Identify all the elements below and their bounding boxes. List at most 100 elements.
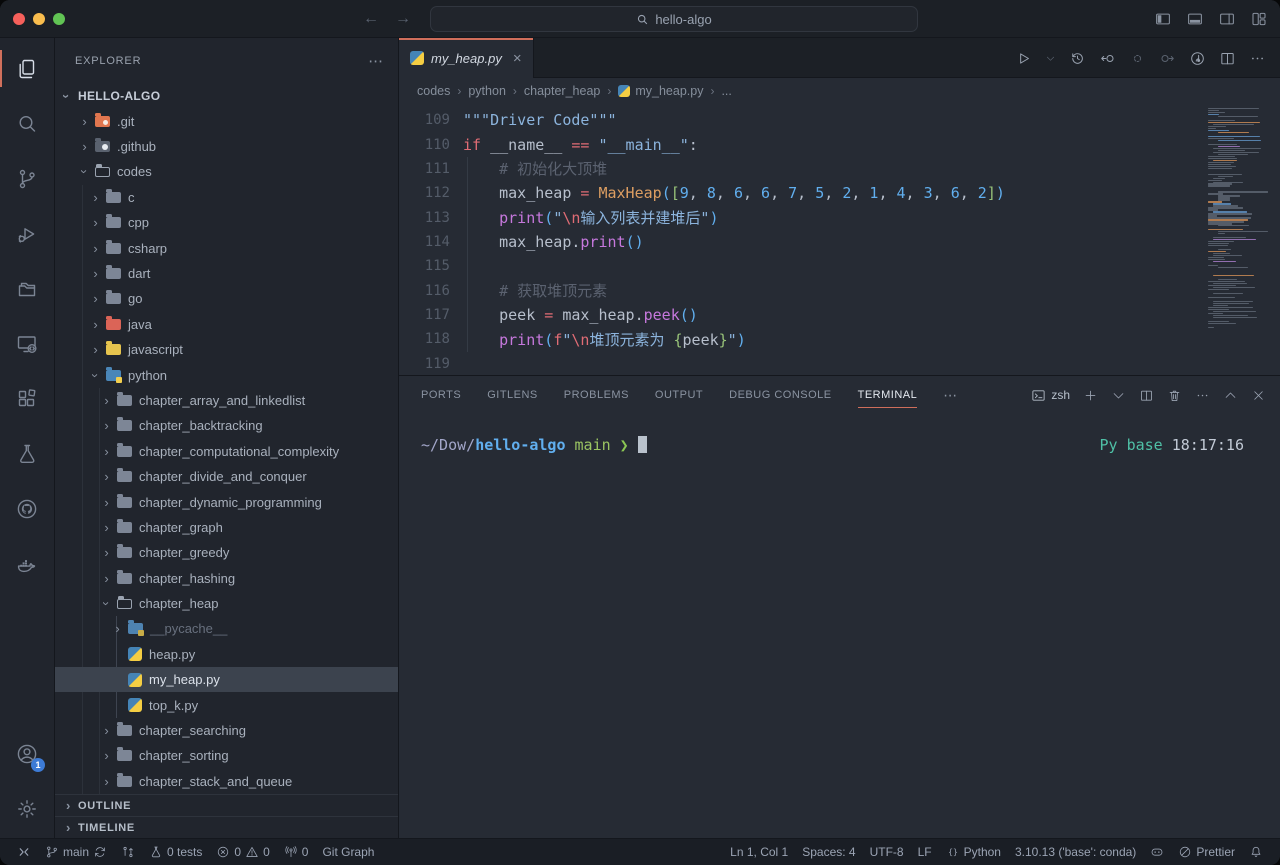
gitlens-graph-button[interactable] — [1189, 50, 1206, 67]
activity-item-run-debug[interactable] — [0, 206, 54, 261]
code-line-115[interactable]: 115 — [399, 254, 1280, 278]
status-branch[interactable]: main — [38, 845, 114, 859]
activity-item-search[interactable] — [0, 96, 54, 151]
status-cursor-position[interactable]: Ln 1, Col 1 — [723, 845, 795, 859]
previous-change-button[interactable] — [1099, 50, 1116, 67]
toggle-panel-icon[interactable] — [1186, 10, 1204, 28]
breadcrumb-item[interactable]: chapter_heap — [524, 84, 600, 98]
code-line-113[interactable]: 113 print("\n输入列表并建堆后") — [399, 205, 1280, 229]
status-remote[interactable] — [10, 845, 38, 859]
run-button[interactable] — [1015, 50, 1032, 67]
activity-item-github[interactable] — [0, 481, 54, 536]
status-language[interactable]: {}Python — [939, 845, 1008, 859]
tree-item-python[interactable]: ›python — [55, 362, 398, 387]
activity-item-docker[interactable] — [0, 536, 54, 591]
terminal-shell-item[interactable]: zsh — [1031, 388, 1070, 403]
status-git-graph[interactable]: Git Graph — [315, 845, 381, 859]
explorer-more-button[interactable]: ⋯ — [368, 52, 384, 70]
code-line-110[interactable]: 110if __name__ == "__main__": — [399, 132, 1280, 156]
activity-item-explorer[interactable] — [0, 41, 54, 96]
status-tests[interactable]: 0 tests — [142, 845, 209, 859]
activity-item-settings[interactable] — [0, 781, 54, 836]
current-change-button[interactable] — [1129, 50, 1146, 67]
tree-item-chapter_searching[interactable]: ›chapter_searching — [55, 718, 398, 743]
run-options-button[interactable] — [1045, 53, 1056, 64]
breadcrumb-item[interactable]: ... — [721, 84, 731, 98]
close-tab-icon[interactable]: × — [513, 50, 522, 67]
terminal-picker-button[interactable] — [1111, 388, 1126, 403]
status-indentation[interactable]: Spaces: 4 — [795, 845, 862, 859]
status-eol[interactable]: LF — [911, 845, 939, 859]
status-formatter[interactable]: Prettier — [1171, 845, 1242, 859]
breadcrumb-item[interactable]: my_heap.py — [618, 84, 703, 98]
panel-tab-ports[interactable]: PORTS — [421, 376, 461, 414]
tree-root-hello-algo[interactable]: › HELLO-ALGO — [55, 84, 398, 109]
breadcrumb-item[interactable]: python — [468, 84, 506, 98]
close-panel-button[interactable] — [1251, 388, 1266, 403]
panel-tabs-more-button[interactable]: ⋯ — [943, 387, 957, 404]
status-copilot[interactable] — [1143, 845, 1171, 859]
close-window-button[interactable] — [13, 13, 25, 25]
tree-item-chapter_hashing[interactable]: ›chapter_hashing — [55, 565, 398, 590]
next-change-button[interactable] — [1159, 50, 1176, 67]
code-line-112[interactable]: 112 max_heap = MaxHeap([9, 8, 6, 6, 7, 5… — [399, 181, 1280, 205]
tree-item-chapter_heap[interactable]: ›chapter_heap — [55, 591, 398, 616]
activity-item-extensions[interactable] — [0, 371, 54, 426]
tree-item-heap.py[interactable]: ›heap.py — [55, 642, 398, 667]
section-outline[interactable]: ›OUTLINE — [55, 794, 398, 816]
code-editor[interactable]: 109"""Driver Code"""110if __name__ == "_… — [399, 104, 1280, 375]
activity-item-source-control[interactable] — [0, 151, 54, 206]
toggle-primary-sidebar-icon[interactable] — [1154, 10, 1172, 28]
nav-forward-icon[interactable]: → — [395, 10, 411, 28]
tree-item-chapter_array_and_linkedlist[interactable]: ›chapter_array_and_linkedlist — [55, 388, 398, 413]
tree-item-.git[interactable]: ›.git — [55, 108, 398, 133]
activity-item-testing[interactable] — [0, 426, 54, 481]
panel-tab-output[interactable]: OUTPUT — [655, 376, 703, 414]
panel-tab-gitlens[interactable]: GITLENS — [487, 376, 538, 414]
split-editor-button[interactable] — [1219, 50, 1236, 67]
tree-item-c[interactable]: ›c — [55, 185, 398, 210]
tree-item-chapter_sorting[interactable]: ›chapter_sorting — [55, 743, 398, 768]
tree-item-chapter_computational_complexity[interactable]: ›chapter_computational_complexity — [55, 439, 398, 464]
tree-item-cpp[interactable]: ›cpp — [55, 210, 398, 235]
tree-item-codes[interactable]: ›codes — [55, 159, 398, 184]
code-line-118[interactable]: 118 print(f"\n堆顶元素为 {peek}") — [399, 327, 1280, 351]
tree-item-chapter_stack_and_queue[interactable]: ›chapter_stack_and_queue — [55, 769, 398, 794]
terminal[interactable]: ~/Dow/hello-algo main ❯ Py base 18:17:16 — [399, 414, 1280, 838]
tree-item-chapter_greedy[interactable]: ›chapter_greedy — [55, 540, 398, 565]
zoom-window-button[interactable] — [53, 13, 65, 25]
activity-item-folders[interactable] — [0, 261, 54, 316]
tree-item-chapter_backtracking[interactable]: ›chapter_backtracking — [55, 413, 398, 438]
minimize-window-button[interactable] — [33, 13, 45, 25]
split-terminal-button[interactable] — [1139, 388, 1154, 403]
activity-item-account[interactable]: 1 — [0, 726, 54, 781]
code-line-111[interactable]: 111 # 初始化大顶堆 — [399, 157, 1280, 181]
nav-back-icon[interactable]: ← — [363, 10, 379, 28]
panel-tab-debug-console[interactable]: DEBUG CONSOLE — [729, 376, 831, 414]
panel-tab-terminal[interactable]: TERMINAL — [858, 376, 918, 414]
tree-item-dart[interactable]: ›dart — [55, 261, 398, 286]
tree-item-my_heap.py[interactable]: ›my_heap.py — [55, 667, 398, 692]
minimap[interactable] — [1208, 106, 1270, 329]
panel-tab-problems[interactable]: PROBLEMS — [564, 376, 629, 414]
activity-item-remote-explorer[interactable] — [0, 316, 54, 371]
tree-item-go[interactable]: ›go — [55, 286, 398, 311]
more-button[interactable] — [1195, 388, 1210, 403]
tree-item-chapter_graph[interactable]: ›chapter_graph — [55, 515, 398, 540]
status-git-graph-compare[interactable] — [114, 845, 142, 859]
customize-layout-icon[interactable] — [1250, 10, 1268, 28]
tree-item-.github[interactable]: ›.github — [55, 134, 398, 159]
section-timeline[interactable]: ›TIMELINE — [55, 816, 398, 838]
tree-item-csharp[interactable]: ›csharp — [55, 235, 398, 260]
code-line-109[interactable]: 109"""Driver Code""" — [399, 108, 1280, 132]
code-line-116[interactable]: 116 # 获取堆顶元素 — [399, 278, 1280, 302]
code-line-114[interactable]: 114 max_heap.print() — [399, 230, 1280, 254]
tree-item-__pycache__[interactable]: ›__pycache__ — [55, 616, 398, 641]
timeline-button[interactable] — [1069, 50, 1086, 67]
new-terminal-button[interactable] — [1083, 388, 1098, 403]
code-line-117[interactable]: 117 peek = max_heap.peek() — [399, 303, 1280, 327]
toggle-secondary-sidebar-icon[interactable] — [1218, 10, 1236, 28]
more-actions-button[interactable] — [1249, 50, 1266, 67]
tree-item-chapter_divide_and_conquer[interactable]: ›chapter_divide_and_conquer — [55, 464, 398, 489]
tab-my-heap-py[interactable]: my_heap.py × — [399, 38, 534, 78]
